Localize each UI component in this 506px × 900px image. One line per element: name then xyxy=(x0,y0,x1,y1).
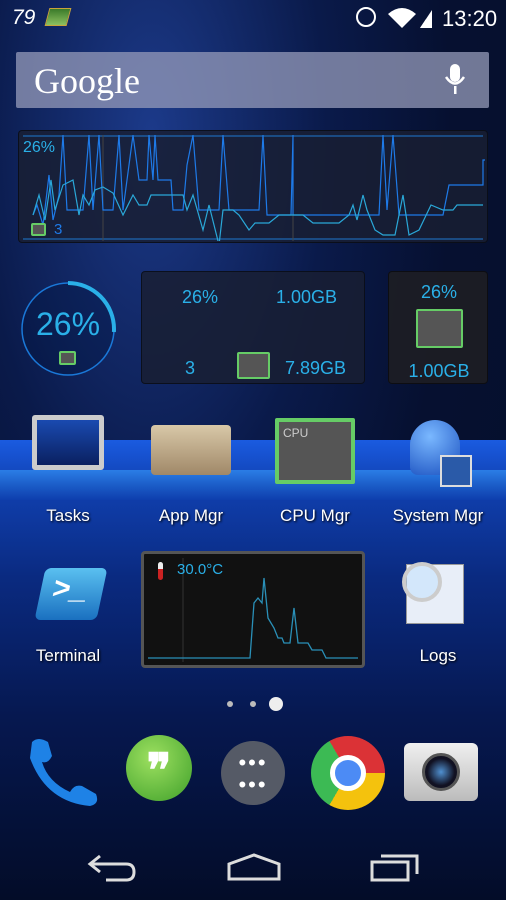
cpu-percent: 26% xyxy=(23,139,56,156)
cpu-chip-icon xyxy=(59,351,76,365)
cpu-usage-graph xyxy=(23,135,485,241)
camera-icon[interactable] xyxy=(404,743,478,801)
cpu-gauge-widget[interactable]: 26% xyxy=(19,280,117,378)
app-system-mgr[interactable]: System Mgr xyxy=(378,410,498,530)
cpu-chip-icon xyxy=(237,352,270,379)
signal-icon xyxy=(420,19,426,28)
app-label: CPU Mgr xyxy=(280,506,350,525)
app-label: App Mgr xyxy=(158,506,224,525)
small-ram-free: 1.00GB xyxy=(408,361,470,381)
phone-icon[interactable] xyxy=(26,736,104,808)
magnifier-icon xyxy=(402,562,442,602)
page-dot-3-active[interactable] xyxy=(269,697,283,711)
app-tasks[interactable]: Tasks xyxy=(8,410,128,530)
recents-icon[interactable] xyxy=(369,852,421,882)
app-label: System Mgr xyxy=(392,506,484,525)
ram-icon xyxy=(44,8,72,26)
terminal-prompt-icon: >_ xyxy=(34,568,108,620)
system-info-widget[interactable]: 26% 1.00GB 3 7.89GB xyxy=(141,271,365,384)
temperature-widget[interactable]: 30.0°C xyxy=(141,551,365,668)
temperature-value: 30.0°C xyxy=(177,561,224,578)
back-icon[interactable] xyxy=(86,852,138,884)
gear-icon xyxy=(440,455,472,487)
page-dot-1[interactable] xyxy=(227,701,233,707)
home-icon[interactable] xyxy=(226,852,282,882)
google-logo: Google xyxy=(34,61,140,101)
cpu-graph-widget[interactable]: 26% 3 xyxy=(18,130,488,243)
info-ram-total: 7.89GB xyxy=(285,358,347,378)
google-search-bar[interactable]: Google xyxy=(16,52,489,108)
app-drawer-icon[interactable]: ••• ••• xyxy=(221,741,285,805)
app-logs[interactable]: Logs xyxy=(378,560,498,670)
small-cpu-percent: 26% xyxy=(420,282,458,302)
hangouts-icon[interactable]: ❞ xyxy=(126,735,192,801)
clock: 13:20 xyxy=(442,6,498,31)
app-app-mgr[interactable]: App Mgr xyxy=(131,410,251,530)
page-dot-2[interactable] xyxy=(250,701,256,707)
thermometer-icon xyxy=(158,562,163,580)
monitor-icon xyxy=(32,415,104,470)
core-count: 3 xyxy=(54,221,63,238)
gauge-percent: 26% xyxy=(35,306,101,342)
app-label: Terminal xyxy=(35,646,101,665)
cpu-ram-widget[interactable]: 26% 1.00GB xyxy=(388,271,488,384)
app-terminal[interactable]: >_ Terminal xyxy=(8,560,128,670)
cpu-chip-icon xyxy=(416,309,463,348)
info-ram-free: 1.00GB xyxy=(276,287,338,307)
app-cpu-mgr[interactable]: CPU CPU Mgr xyxy=(255,410,375,530)
toolbox-icon xyxy=(151,425,231,475)
chrome-icon[interactable] xyxy=(311,736,385,810)
mic-icon[interactable] xyxy=(444,64,466,96)
alarm-icon xyxy=(356,7,376,27)
notification-count: 79 xyxy=(12,6,36,29)
info-cores: 3 xyxy=(185,358,196,378)
info-cpu-percent: 26% xyxy=(182,287,219,307)
cpu-chip-icon xyxy=(31,223,46,236)
wifi-icon xyxy=(388,8,432,28)
app-label: Logs xyxy=(419,646,457,665)
app-label: Tasks xyxy=(46,506,90,525)
cpu-chip-icon: CPU xyxy=(275,418,355,484)
